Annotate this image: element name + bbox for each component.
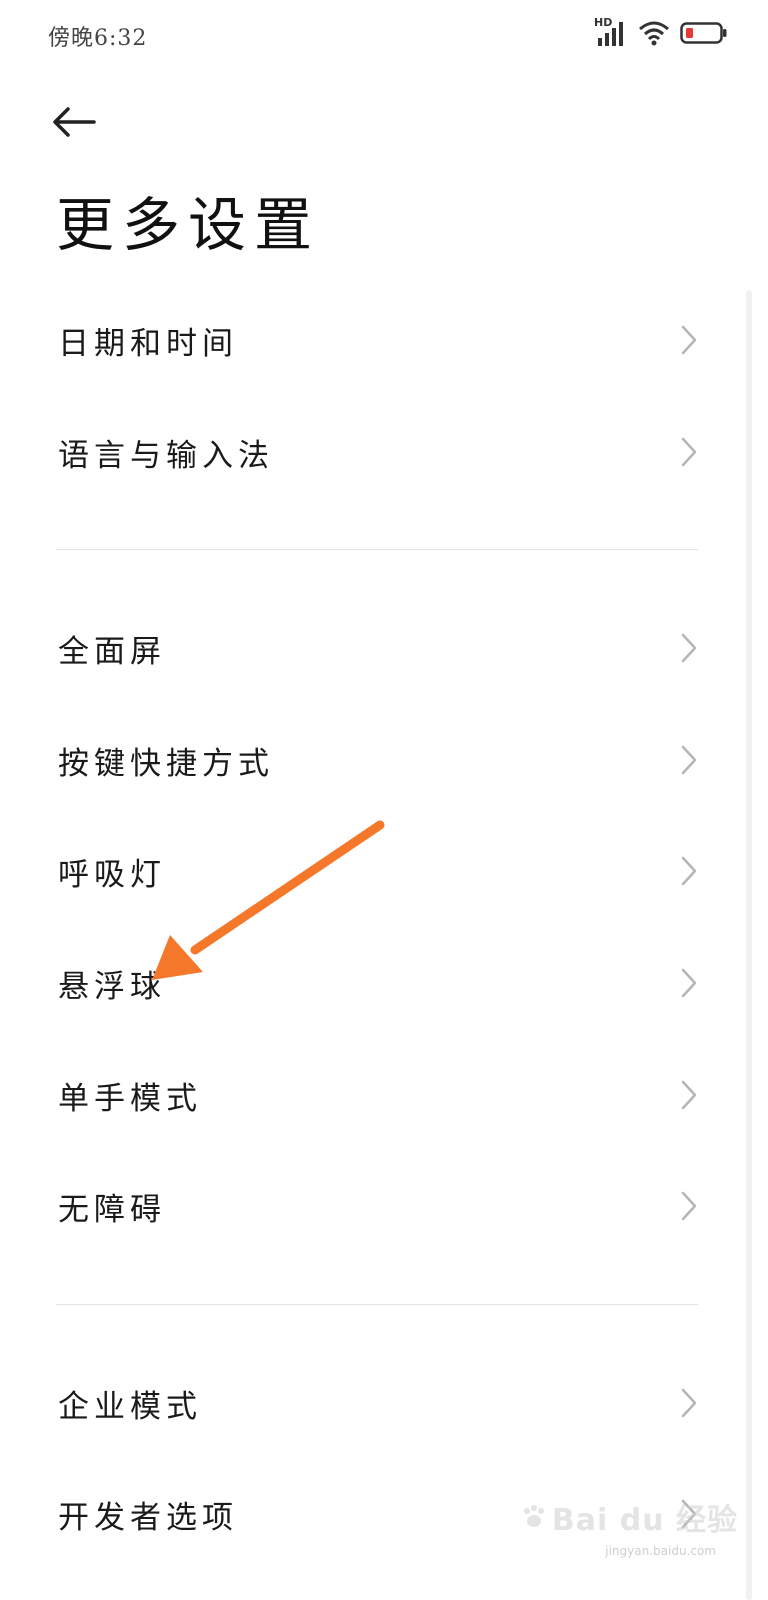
watermark-brand: Bai du 经验 bbox=[551, 1503, 738, 1538]
settings-item-label: 无障碍 bbox=[58, 1191, 166, 1228]
settings-item-button-shortcuts[interactable]: 按键快捷方式 bbox=[0, 710, 768, 810]
section-divider bbox=[56, 549, 698, 550]
baidu-watermark: Bai du 经验 bbox=[520, 1495, 738, 1539]
settings-item-label: 单手模式 bbox=[58, 1080, 202, 1117]
chevron-right-icon bbox=[681, 745, 697, 775]
cellular-signal-icon: HD bbox=[594, 16, 628, 48]
settings-item-one-handed-mode[interactable]: 单手模式 bbox=[0, 1045, 768, 1145]
settings-item-language-input[interactable]: 语言与输入法 bbox=[0, 402, 768, 502]
settings-item-label: 语言与输入法 bbox=[58, 437, 274, 474]
chevron-right-icon bbox=[681, 437, 697, 467]
settings-item-enterprise-mode[interactable]: 企业模式 bbox=[0, 1353, 768, 1453]
chevron-right-icon bbox=[681, 1080, 697, 1110]
chevron-right-icon bbox=[681, 968, 697, 998]
settings-item-accessibility[interactable]: 无障碍 bbox=[0, 1156, 768, 1256]
battery-icon bbox=[680, 21, 728, 45]
settings-item-date-time[interactable]: 日期和时间 bbox=[0, 290, 768, 390]
chevron-right-icon bbox=[681, 1388, 697, 1418]
chevron-right-icon bbox=[681, 325, 697, 355]
section-divider bbox=[56, 1304, 698, 1305]
settings-item-label: 全面屏 bbox=[58, 633, 166, 670]
settings-item-label: 企业模式 bbox=[58, 1388, 202, 1425]
chevron-right-icon bbox=[681, 856, 697, 886]
chevron-right-icon bbox=[681, 633, 697, 663]
settings-item-breathing-light[interactable]: 呼吸灯 bbox=[0, 821, 768, 921]
settings-item-floating-ball[interactable]: 悬浮球 bbox=[0, 933, 768, 1033]
settings-item-label: 日期和时间 bbox=[58, 325, 238, 362]
settings-item-label: 开发者选项 bbox=[58, 1499, 238, 1536]
settings-item-label: 按键快捷方式 bbox=[58, 745, 274, 782]
status-icons: HD bbox=[594, 16, 728, 50]
settings-item-label: 呼吸灯 bbox=[58, 856, 166, 893]
back-button[interactable] bbox=[52, 92, 112, 152]
page-title: 更多设置 bbox=[56, 191, 321, 259]
status-time: 傍晚6:32 bbox=[48, 26, 148, 51]
status-bar: 傍晚6:32 HD bbox=[0, 0, 768, 70]
arrow-left-icon bbox=[53, 107, 96, 137]
settings-item-full-screen[interactable]: 全面屏 bbox=[0, 598, 768, 698]
wifi-icon bbox=[638, 19, 670, 47]
paw-icon bbox=[520, 1503, 548, 1531]
settings-item-label: 悬浮球 bbox=[58, 968, 166, 1005]
chevron-right-icon bbox=[681, 1191, 697, 1221]
watermark-url: jingyan.baidu.com bbox=[605, 1544, 716, 1558]
